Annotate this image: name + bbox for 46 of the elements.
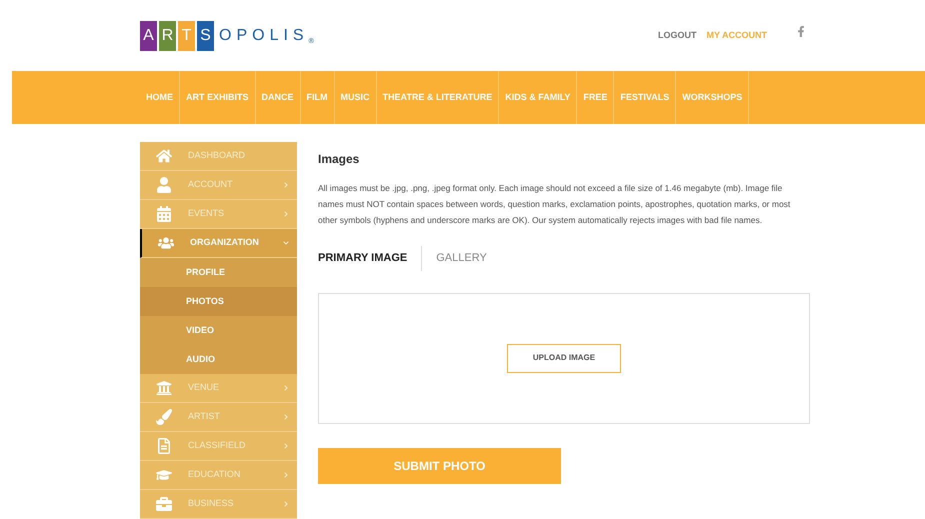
submit-button[interactable]: SUBMIT PHOTO bbox=[318, 448, 561, 484]
logo-tile: R bbox=[159, 20, 176, 50]
description-text: All images must be .jpg, .png, .jpeg format only. Each image should not exceed a file size of 1.46 megabyte (mb). Image file names must NOT contain spaces between words, question marks, exclamation points, apostrophes, quotation marks, or most other symbols (hyphens and underscore marks are OK). Our system automatically rejects images with bad file names. bbox=[318, 182, 792, 227]
sidebar-item[interactable]: ORGANIZATION bbox=[140, 229, 297, 258]
nav-link[interactable]: DANCE bbox=[256, 71, 301, 124]
sidebar-item[interactable]: ARTIST bbox=[140, 403, 297, 432]
sidebar-subitem[interactable]: VIDEO bbox=[140, 316, 297, 345]
nav-link[interactable]: ART EXHIBITS bbox=[180, 71, 256, 124]
sidebar-subitem[interactable]: PROFILE bbox=[140, 258, 297, 287]
sidebar-item[interactable]: DASHBOARD bbox=[140, 142, 297, 171]
user-icon bbox=[156, 177, 172, 193]
sidebar-item[interactable]: BUSINESS bbox=[140, 490, 297, 519]
building-icon bbox=[156, 380, 172, 396]
brush-icon bbox=[156, 409, 172, 425]
facebook-icon[interactable] bbox=[797, 26, 805, 37]
briefcase-icon bbox=[156, 496, 172, 512]
home-icon bbox=[156, 148, 172, 164]
sidebar-item[interactable]: VENUE bbox=[140, 374, 297, 403]
logo-tile: A bbox=[140, 20, 157, 50]
calendar-icon bbox=[156, 206, 172, 222]
nav-link[interactable]: HOME bbox=[140, 71, 180, 124]
nav-link[interactable]: KIDS & FAMILY bbox=[499, 71, 578, 124]
section-heading: Images bbox=[318, 151, 360, 168]
nav-link[interactable]: FREE bbox=[577, 71, 614, 124]
logo-tile: S bbox=[197, 20, 214, 50]
nav-link[interactable]: WORKSHOPS bbox=[676, 71, 750, 124]
nav-link[interactable]: MUSIC bbox=[334, 71, 377, 124]
tab[interactable]: GALLERY bbox=[421, 246, 487, 270]
sidebar-item[interactable]: CLASSIFIELD bbox=[140, 432, 297, 461]
nav-link[interactable]: FESTIVALS bbox=[614, 71, 676, 124]
sidebar-item[interactable]: ACCOUNT bbox=[140, 171, 297, 200]
nav-link[interactable]: FILM bbox=[300, 71, 335, 124]
logo-tile: T bbox=[178, 20, 195, 50]
sidebar-item[interactable]: EVENTS bbox=[140, 200, 297, 229]
header-link[interactable]: LOGOUT bbox=[658, 28, 696, 42]
logo-text: OPOLIS bbox=[219, 26, 309, 46]
header-link[interactable]: MY ACCOUNT bbox=[706, 28, 767, 42]
sidebar-item[interactable]: EDUCATION bbox=[140, 461, 297, 490]
nav-link[interactable]: THEATRE & LITERATURE bbox=[376, 71, 500, 124]
sidebar-subitem[interactable]: AUDIO bbox=[140, 345, 297, 374]
group-icon bbox=[158, 235, 174, 251]
tab[interactable]: PRIMARY IMAGE bbox=[318, 246, 422, 270]
upload-button[interactable]: UPLOAD IMAGE bbox=[507, 344, 621, 372]
sidebar-subitem[interactable]: PHOTOS bbox=[140, 287, 297, 316]
graduation-cap-icon bbox=[156, 467, 172, 483]
document-icon bbox=[156, 438, 172, 454]
